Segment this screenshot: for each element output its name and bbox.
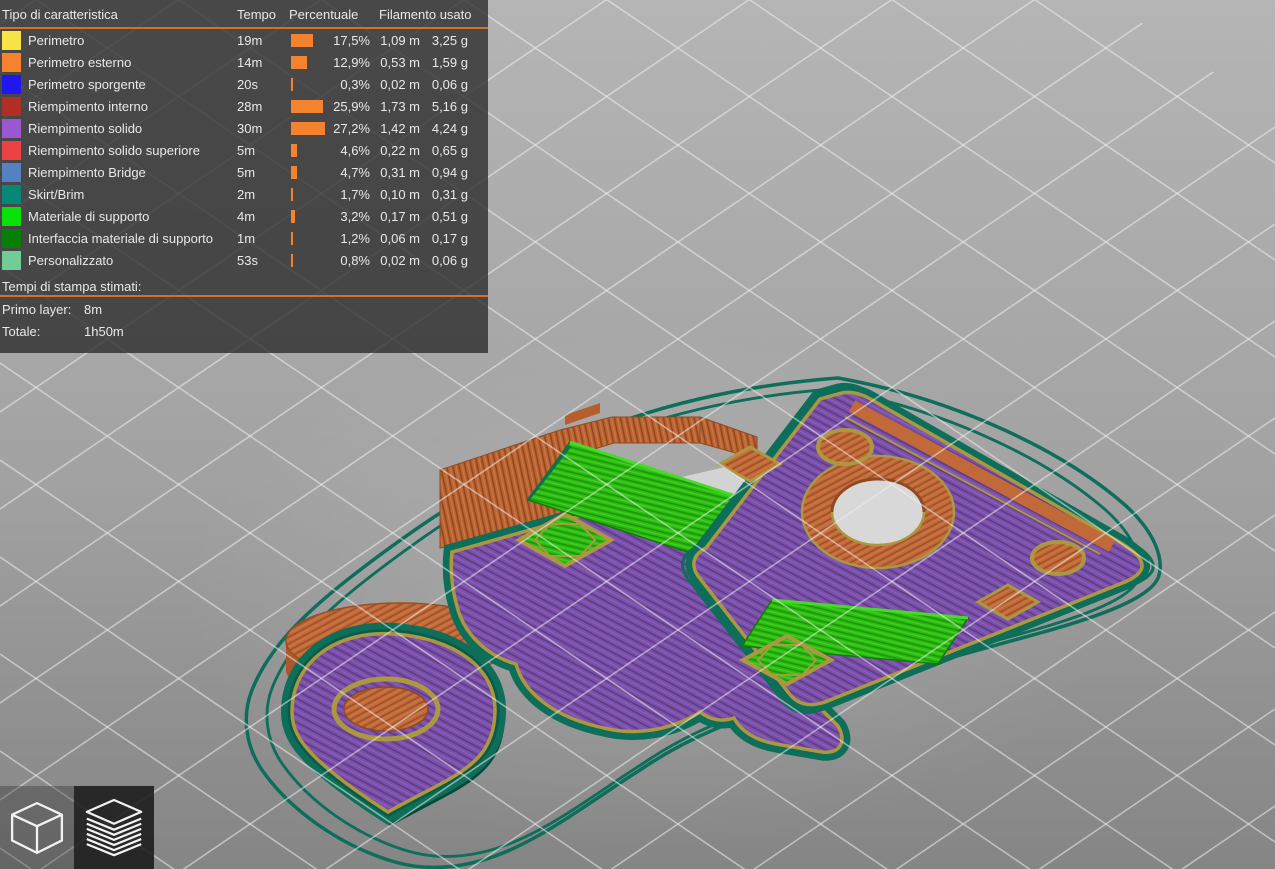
feature-weight: 4,24 g — [431, 121, 468, 136]
table-header: Tipo di caratteristica Tempo Percentuale… — [0, 0, 488, 26]
feature-time: 4m — [237, 209, 256, 224]
feature-color-swatch — [2, 251, 21, 270]
feature-label: Riempimento solido superiore — [28, 143, 200, 158]
first-layer-label: Primo layer: — [2, 302, 72, 317]
feature-color-swatch — [2, 53, 21, 72]
feature-time: 5m — [237, 165, 256, 180]
slicer-preview-window: Tipo di caratteristica Tempo Percentuale… — [0, 0, 1275, 869]
feature-weight: 0,06 g — [431, 77, 468, 92]
percent-bar — [291, 144, 297, 157]
feature-weight: 0,06 g — [431, 253, 468, 268]
feature-label: Riempimento interno — [28, 99, 148, 114]
feature-label: Interfaccia materiale di supporto — [28, 231, 213, 246]
feature-color-swatch — [2, 229, 21, 248]
feature-length: 0,22 m — [380, 143, 420, 158]
feature-label: Perimetro sporgente — [28, 77, 146, 92]
feature-length: 0,10 m — [380, 187, 420, 202]
feature-color-swatch — [2, 141, 21, 160]
feature-row: Personalizzato 53s 0,8% 0,02 m 0,06 g — [0, 250, 488, 272]
feature-length: 1,09 m — [380, 33, 420, 48]
feature-row: Riempimento solido superiore 5m 4,6% 0,22 m… — [0, 140, 488, 162]
feature-row: Riempimento Bridge 5m 4,7% 0,31 m 0,94 g — [0, 162, 488, 184]
col-time: Tempo — [237, 7, 277, 22]
feature-color-swatch — [2, 119, 21, 138]
percent-bar — [291, 188, 294, 201]
feature-color-swatch — [2, 207, 21, 226]
view-mode-toolbar — [0, 786, 154, 869]
feature-length: 1,42 m — [380, 121, 420, 136]
percent-bar — [291, 78, 293, 91]
feature-color-swatch — [2, 31, 21, 50]
total-label: Totale: — [2, 324, 41, 339]
feature-length: 0,53 m — [380, 55, 420, 70]
feature-length: 1,73 m — [380, 99, 420, 114]
feature-statistics-panel: Tipo di caratteristica Tempo Percentuale… — [0, 0, 488, 353]
first-layer-value: 8m — [84, 302, 103, 317]
feature-row: Riempimento solido 30m 27,2% 1,42 m 4,24 g — [0, 118, 488, 140]
feature-row: Riempimento interno 28m 25,9% 1,73 m 5,16 g — [0, 96, 488, 118]
feature-label: Skirt/Brim — [28, 187, 85, 202]
feature-time: 14m — [237, 55, 263, 70]
feature-row: Perimetro esterno 14m 12,9% 0,53 m 1,59 g — [0, 52, 488, 74]
percent-bar — [291, 254, 293, 267]
percent-bar — [291, 232, 293, 245]
feature-weight: 0,51 g — [431, 209, 468, 224]
feature-length: 0,06 m — [380, 231, 420, 246]
header-rule — [0, 27, 488, 29]
feature-weight: 0,94 g — [431, 165, 468, 180]
feature-time: 53s — [237, 253, 258, 268]
feature-time: 19m — [237, 33, 263, 48]
feature-color-swatch — [2, 75, 21, 94]
feature-weight: 3,25 g — [431, 33, 468, 48]
feature-label: Perimetro — [28, 33, 85, 48]
hole-infill — [343, 686, 429, 732]
feature-weight: 0,31 g — [431, 187, 468, 202]
feature-time: 20s — [237, 77, 258, 92]
percent-bar — [291, 166, 297, 179]
feature-time: 5m — [237, 143, 256, 158]
estimates-rule — [0, 295, 488, 297]
percent-bar — [291, 210, 295, 223]
feature-row: Perimetro sporgente 20s 0,3% 0,02 m 0,06 g — [0, 74, 488, 96]
small-hole — [1030, 540, 1086, 576]
feature-row: Skirt/Brim 2m 1,7% 0,10 m 0,31 g — [0, 184, 488, 206]
feature-weight: 1,59 g — [431, 55, 468, 70]
feature-weight: 0,65 g — [431, 143, 468, 158]
feature-label: Materiale di supporto — [28, 209, 150, 224]
col-percent: Percentuale — [289, 7, 359, 22]
feature-time: 28m — [237, 99, 263, 114]
estimates-rows: Primo layer: 8m Totale: 1h50m — [0, 303, 488, 347]
feature-row: Perimetro 19m 17,5% 1,09 m 3,25 g — [0, 30, 488, 52]
feature-color-swatch — [2, 163, 21, 182]
feature-weight: 0,17 g — [431, 231, 468, 246]
feature-length: 0,02 m — [380, 253, 420, 268]
cube-3d-icon — [10, 801, 64, 854]
col-filament: Filamento usato — [379, 7, 472, 22]
feature-length: 0,02 m — [380, 77, 420, 92]
feature-length: 0,17 m — [380, 209, 420, 224]
small-hole — [816, 428, 874, 466]
feature-rows: Perimetro 19m 17,5% 1,09 m 3,25 g Perimetro e… — [0, 30, 488, 272]
feature-time: 1m — [237, 231, 256, 246]
feature-label: Riempimento Bridge — [28, 165, 146, 180]
total-value: 1h50m — [84, 324, 124, 339]
feature-time: 30m — [237, 121, 263, 136]
estimates-title: Tempi di stampa stimati: — [2, 279, 142, 294]
feature-weight: 5,16 g — [431, 99, 468, 114]
3d-view-button[interactable] — [0, 786, 74, 869]
feature-label: Personalizzato — [28, 253, 114, 268]
col-feature-type: Tipo di caratteristica — [2, 7, 118, 22]
feature-color-swatch — [2, 97, 21, 116]
feature-label: Riempimento solido — [28, 121, 143, 136]
layer-preview-button[interactable] — [74, 786, 154, 869]
layer-stack-icon — [85, 798, 143, 856]
feature-row: Materiale di supporto 4m 3,2% 0,17 m 0,51 g — [0, 206, 488, 228]
feature-row: Interfaccia materiale di supporto 1m 1,2% 0… — [0, 228, 488, 250]
feature-length: 0,31 m — [380, 165, 420, 180]
feature-time: 2m — [237, 187, 256, 202]
feature-label: Perimetro esterno — [28, 55, 132, 70]
feature-color-swatch — [2, 185, 21, 204]
